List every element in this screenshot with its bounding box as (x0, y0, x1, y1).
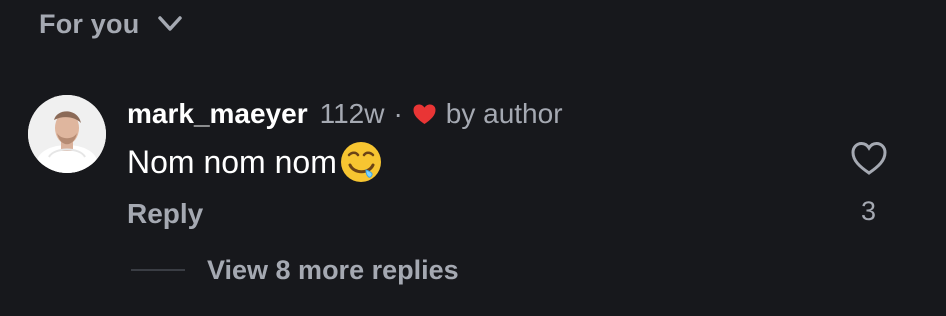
avatar[interactable] (28, 95, 106, 173)
author-like-label: by author (445, 98, 563, 129)
drooling-face-emoji (339, 140, 383, 184)
user-avatar-image (28, 95, 106, 173)
like-button[interactable] (850, 140, 888, 176)
heart-icon (412, 103, 437, 125)
like-count: 3 (860, 196, 877, 226)
meta-separator: · (393, 98, 403, 129)
heart-outline-icon (850, 141, 887, 175)
comment-filter-dropdown[interactable]: For you (39, 4, 183, 44)
chevron-down-icon (157, 14, 183, 34)
comment-filter-label: For you (39, 8, 140, 39)
comment-body: Nom nom nom (127, 140, 777, 184)
view-replies-button[interactable]: View 8 more replies (131, 252, 459, 288)
comment-item: mark_maeyer 112w · by author Nom nom nom (28, 95, 918, 295)
reply-button[interactable]: Reply (127, 197, 203, 231)
view-replies-label: View 8 more replies (207, 255, 459, 285)
comment-timestamp: 112w (319, 98, 385, 129)
replies-divider (131, 269, 185, 271)
like-area: 3 (841, 140, 896, 226)
comment-username[interactable]: mark_maeyer (127, 95, 308, 133)
comment-meta: mark_maeyer 112w · by author (127, 95, 777, 133)
comment-text: Nom nom nom (127, 144, 337, 180)
comment-content: mark_maeyer 112w · by author Nom nom nom (127, 95, 777, 229)
